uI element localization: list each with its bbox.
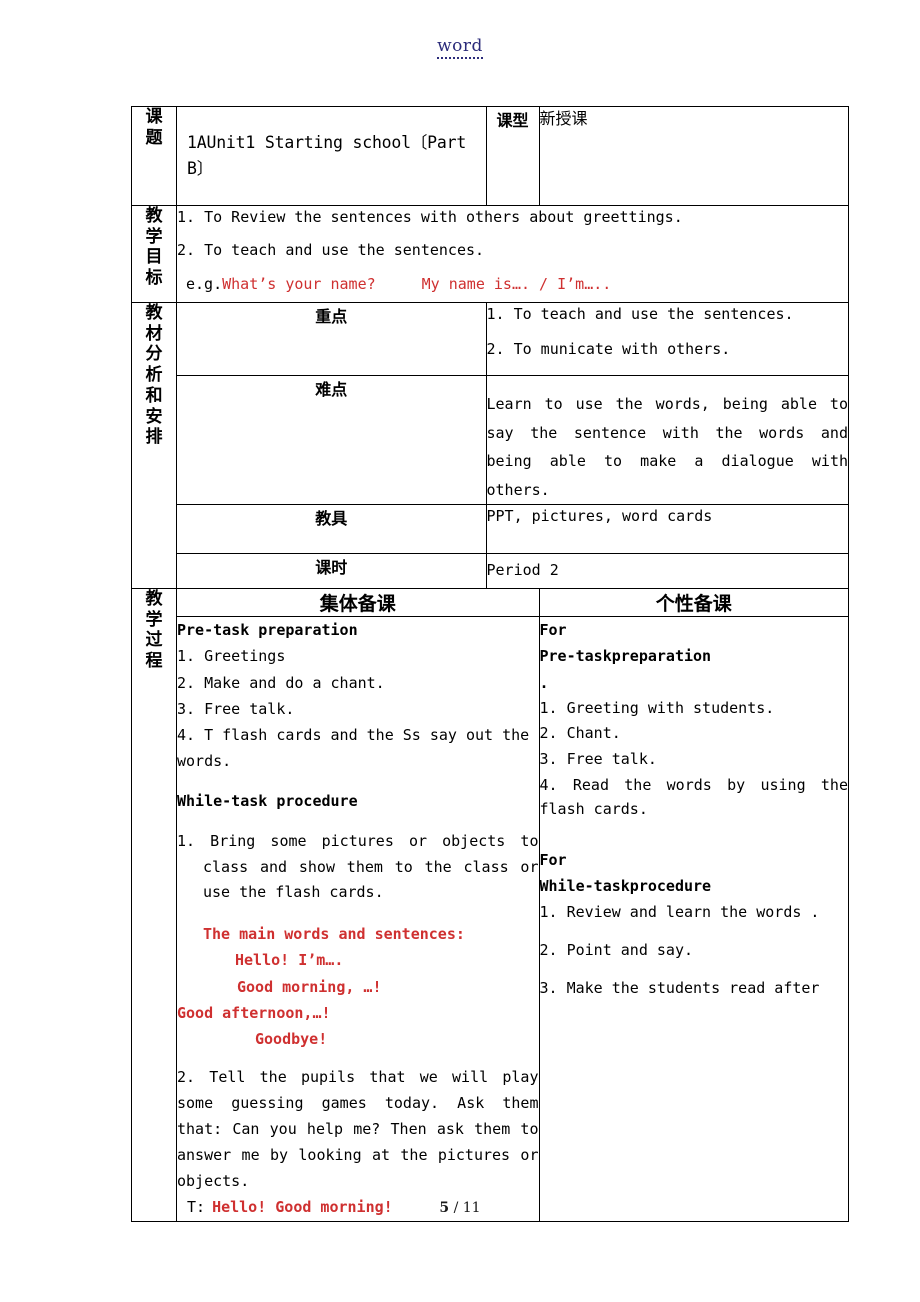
teaching-aids-cell: PPT, pictures, word cards <box>485 504 849 554</box>
table-row-objectives: 教 学 目 标 1. To Review the sentences with … <box>131 205 849 303</box>
difficulties-cell: Learn to use the words, being able to sa… <box>485 375 849 505</box>
page-footer: 5 / 11 <box>0 1200 920 1216</box>
label-char: 教 <box>145 303 163 323</box>
personal-pretask-item: 1. Greeting with students. <box>539 698 775 717</box>
for-while-heading: While-taskprocedure <box>539 877 712 896</box>
page-number-separator: / <box>453 1200 459 1216</box>
personal-prep-cell: For Pre-taskpreparation . 1. Greeting wi… <box>538 616 849 1222</box>
wordmark-text: word <box>437 36 483 59</box>
table-row-periods: 课时 Period 2 <box>132 553 849 589</box>
table-row-key-points: 教 材 分 析 和 安 排 重点 1. To teach and use the… <box>131 302 849 589</box>
personal-while-item: 3. Make the students read after <box>539 979 820 998</box>
collective-prep-cell: Pre-task preparation 1. Greetings 2. Mak… <box>176 616 540 1222</box>
personal-while-item: 2. Point and say. <box>539 940 694 959</box>
periods-label: 课时 <box>176 553 487 589</box>
label-char: 学 <box>145 226 163 247</box>
row-label-process: 教 学 过 程 <box>131 588 177 1222</box>
objective-line-2: 2. To teach and use the sentences. <box>177 241 485 260</box>
topic-value: 1AUnit1 Starting school〔Part B〕 <box>176 106 487 206</box>
for-pretask-label: For <box>539 621 567 639</box>
personal-pretask-item: 4. Read the words by using the flash car… <box>539 775 849 818</box>
teaching-aids-label: 教具 <box>176 504 487 554</box>
red-sentence: Hello! I’m…. <box>235 951 344 970</box>
key-point-1: 1. To teach and use the sentences. <box>486 305 794 323</box>
while-task-item-1: 1. Bring some pictures or objects to cla… <box>177 831 539 902</box>
page-number-total: 11 <box>462 1200 481 1216</box>
table-row-difficulties: 难点 Learn to use the words, being able to… <box>132 375 849 505</box>
objective-line-1: 1. To Review the sentences with others a… <box>177 208 683 226</box>
label-char: 安 <box>145 406 163 427</box>
difficulties-text: Learn to use the words, being able to sa… <box>486 395 849 499</box>
personal-while-item: 1. Review and learn the words . <box>539 902 820 921</box>
for-pretask-dot: . <box>539 673 549 692</box>
document-header: word <box>0 36 920 59</box>
table-row-topic: 课 题 1AUnit1 Starting school〔Part B〕 课型 新… <box>131 106 849 206</box>
personal-pretask-item: 2. Chant. <box>539 724 621 743</box>
for-pretask-heading: Pre-taskpreparation <box>539 647 712 666</box>
label-char: 标 <box>145 268 163 289</box>
label-char: 学 <box>145 609 163 630</box>
red-sentence: Good afternoon,…! <box>177 1003 331 1022</box>
row-label-objectives: 教 学 目 标 <box>131 205 177 303</box>
objectives-cell: 1. To Review the sentences with others a… <box>176 205 849 303</box>
label-char: 析 <box>145 365 163 386</box>
label-char: 题 <box>145 127 163 148</box>
eg-answer: My name is…. / I’m….. <box>421 274 612 293</box>
label-char: 材 <box>145 323 163 344</box>
red-sentence: Goodbye! <box>255 1030 328 1049</box>
row-label-analysis: 教 材 分 析 和 安 排 <box>131 302 177 589</box>
while-task-item-2: 2. Tell the pupils that we will play som… <box>177 1068 539 1190</box>
label-char: 程 <box>145 651 163 672</box>
pretask-item: 1. Greetings <box>177 647 286 666</box>
key-point-2: 2. To municate with others. <box>486 340 731 359</box>
lesson-plan-table: 课 题 1AUnit1 Starting school〔Part B〕 课型 新… <box>131 106 849 1222</box>
table-row-section-heads: 教 学 过 程 集体备课 个性备课 <box>131 588 849 1222</box>
label-char: 目 <box>145 247 163 268</box>
pretask-item: 3. Free talk. <box>177 699 295 718</box>
label-char: 课 <box>145 107 163 127</box>
label-char: 教 <box>145 206 163 226</box>
difficulties-label: 难点 <box>176 375 487 505</box>
key-points-cell: 1. To teach and use the sentences. 2. To… <box>485 302 849 376</box>
row-label-topic: 课 题 <box>131 106 177 206</box>
section-head-personal: 个性备课 <box>538 588 849 617</box>
label-char: 教 <box>145 589 163 609</box>
label-char: 和 <box>145 385 163 406</box>
while-task-heading: While-task procedure <box>177 791 358 810</box>
for-while-label: For <box>539 851 567 870</box>
label-char: 过 <box>145 630 163 651</box>
periods-cell: Period 2 <box>485 553 849 589</box>
table-row-process-body: Pre-task preparation 1. Greetings 2. Mak… <box>132 616 849 1222</box>
lesson-type-label: 课型 <box>485 106 540 206</box>
page-number-current: 5 <box>439 1200 450 1216</box>
label-char: 排 <box>145 427 163 448</box>
lesson-type-value: 新授课 <box>538 106 849 206</box>
red-sentence: Good morning, …! <box>237 977 382 996</box>
main-words-label: The main words and sentences: <box>203 925 465 944</box>
pretask-item: 4. T flash cards and the Ss say out the … <box>177 726 530 771</box>
pretask-item: 2. Make and do a chant. <box>177 673 385 692</box>
table-row-teaching-aids: 教具 PPT, pictures, word cards <box>132 504 849 554</box>
personal-pretask-item: 3. Free talk. <box>539 750 657 769</box>
eg-question: What’s your name? <box>222 274 376 293</box>
pretask-heading: Pre-task preparation <box>177 621 358 639</box>
section-head-collective: 集体备课 <box>176 588 540 617</box>
eg-prefix: e.g. <box>186 274 223 293</box>
label-char: 分 <box>145 344 163 365</box>
key-points-label: 重点 <box>176 302 487 376</box>
objective-example-line: e.g.What’s your name? My name is…. / I’m…… <box>177 273 848 296</box>
